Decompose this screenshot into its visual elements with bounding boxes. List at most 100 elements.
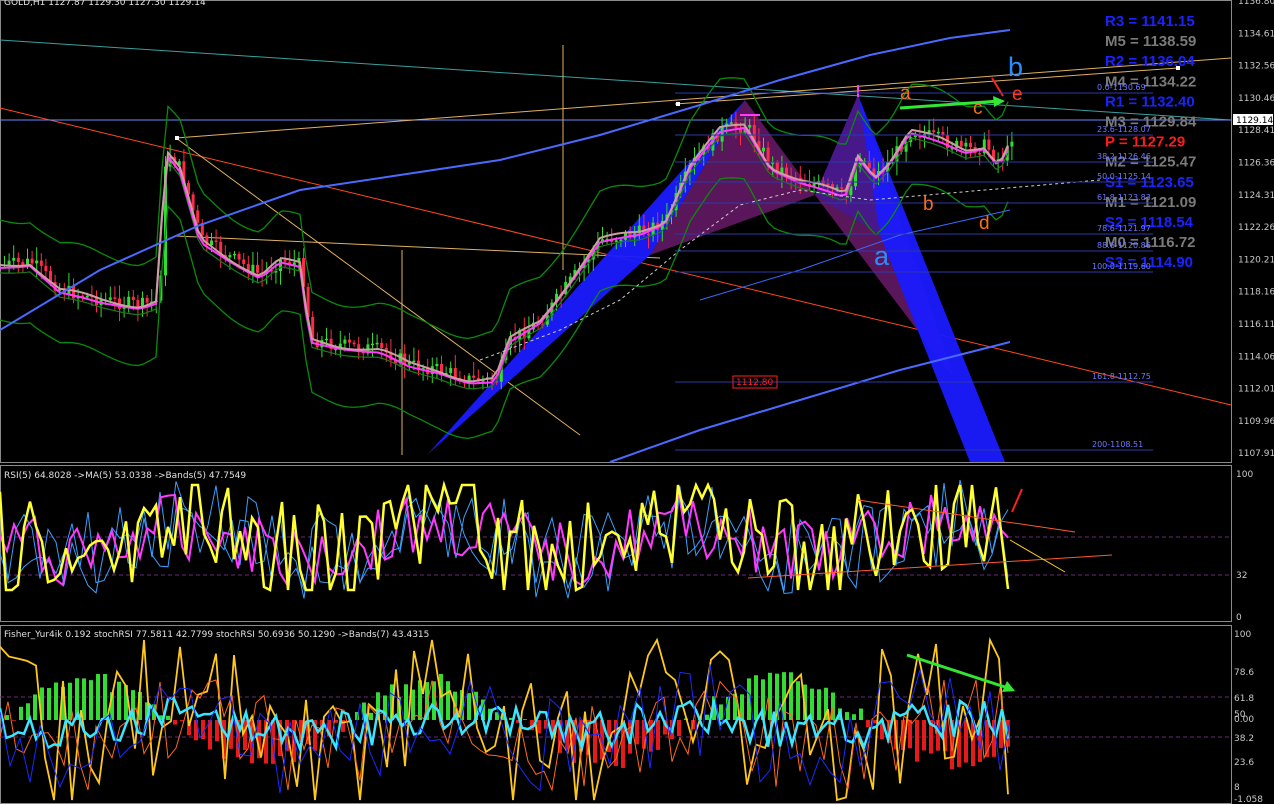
fisher-bar [103,673,107,720]
candle-body [964,142,968,147]
candle-body [343,339,347,344]
candle-body [412,360,416,363]
wave-label: d [979,213,990,234]
price-box: 1112.80 [732,375,778,389]
fib-label: 50.0-1125.14 [1097,172,1151,181]
fisher-bar [89,680,93,720]
candle-body [131,296,135,300]
fisher-tick: 78.6 [1234,668,1254,678]
fisher-bar [964,720,968,763]
fisher-tick: 0.00 [1234,715,1254,725]
candle-body [12,257,16,261]
fisher-bar [19,706,23,720]
svg-text:1112.80: 1112.80 [736,378,773,388]
fisher-bar [866,720,870,728]
candle-body [647,233,650,236]
price-tick: 1136.80 [1238,0,1274,7]
rsi-tick: 0 [1236,613,1242,623]
rsi-tick: 100 [1236,470,1253,480]
fisher-tick: 100 [1234,630,1251,640]
wave-label: c [973,98,983,119]
fisher-bar [82,678,86,720]
candle-body [748,124,752,128]
price-tick: 1114.06 [1238,352,1274,362]
candle-body [375,342,379,345]
fisher-bar [166,715,170,720]
fisher-bar [859,708,863,720]
fisher-bar [789,672,793,720]
fib-label: 38.2-1126.46 [1097,152,1151,161]
fib-label: 23.6-1128.07 [1097,125,1151,134]
candle-body [233,253,236,256]
candle-body [242,259,246,265]
fisher-bar [404,684,408,720]
candle-body [228,255,232,258]
candle-body [279,259,282,272]
svg-text:1129.14: 1129.14 [1236,116,1273,126]
fisher-bar [852,714,856,720]
fisher-bar [754,675,758,720]
price-tick: 1132.56 [1238,62,1274,72]
wave-label: a [900,83,911,104]
fisher-bar [537,720,541,734]
wave-label: b [923,194,934,215]
fisher-bar [635,720,639,745]
fisher-bar [96,674,100,720]
fib-label: 88.6-1120.86 [1097,241,1151,250]
candle-body [472,375,476,378]
candle-body [435,363,439,367]
wave-label: a [874,241,890,271]
fisher-bar [845,712,849,720]
wave-label: b [1008,52,1023,82]
price-axis: 1136.80 1134.61 1132.56 1130.46 1128.41 1126.… [1238,0,1274,459]
candle-body [959,140,963,147]
fisher-bar [215,720,219,742]
anchor-point [175,136,179,140]
rsi-tick: 32 [1236,571,1247,581]
candle-body [969,142,972,147]
fisher-bar [922,720,926,751]
fisher-bar [173,720,177,725]
candle-body [214,240,218,243]
fisher-tick: 61.8 [1234,694,1254,704]
candle-body [619,239,623,242]
price-tick: 1124.31 [1238,191,1274,201]
price-tick: 1116.11 [1238,320,1274,330]
candle-body [352,342,356,345]
candle-body [39,260,43,266]
candle-body [614,240,618,242]
fisher-bar [243,720,247,750]
candle-body [85,295,89,298]
candle-body [127,296,131,307]
pivot-label: R1 = 1132.40 [1105,93,1195,110]
candle-body [325,338,328,341]
pivot-label: P = 1127.29 [1105,134,1185,151]
price-tick: 1120.21 [1238,255,1274,265]
candle-body [932,130,936,133]
pivot-label: M5 = 1138.59 [1105,33,1196,50]
candle-body [196,210,200,223]
candle-body [108,297,112,300]
candle-body [1010,141,1014,147]
fisher-bar [47,688,51,720]
candle-body [7,260,11,265]
fisher-bar [446,681,450,720]
fisher-bar [705,714,709,720]
fisher-bar [467,693,471,720]
fisher-bar [677,720,681,737]
price-tick: 1109.96 [1238,417,1274,427]
fisher-bar [12,720,16,721]
candle-body [237,253,241,260]
fisher-bar [915,720,919,762]
fib-label: 100.0-1119.60 [1092,262,1151,271]
fisher-bar [208,720,212,750]
rsi-header: RSI(5) 64.8028 ->MA(5) 53.0338 ->Bands(5… [4,471,246,481]
candle-body [936,131,940,134]
price-tick: 1130.46 [1238,94,1274,104]
fisher-bar [33,694,37,720]
fisher-tick: -1.058 [1234,795,1263,804]
fisher-bar [411,689,415,720]
price-tick: 1118.16 [1238,288,1274,298]
trading-chart[interactable]: GOLD,H1 1127.87 1129.30 1127.30 1129.14 … [0,0,1274,804]
fisher-bar [796,681,800,720]
